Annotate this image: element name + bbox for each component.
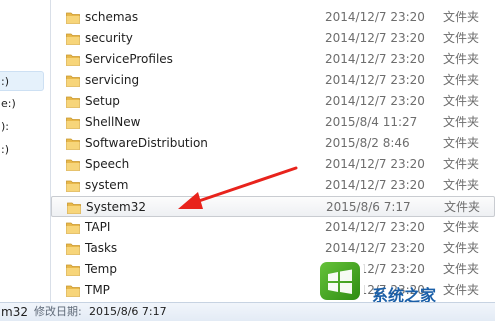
file-modified-date: 2015/8/2 8:46 [325,136,410,150]
file-type: 文件夹 [443,52,480,66]
nav-item-drive-1[interactable]: e:) [0,94,45,114]
file-name: TMP [85,283,110,297]
file-modified-date: 2015/8/6 7:17 [326,200,411,214]
file-name: TAPI [85,220,111,234]
file-name: ShellNew [85,115,141,129]
status-modified-value: 2015/8/6 7:17 [89,305,167,318]
file-modified-date: 2015/8/4 11:27 [325,115,418,129]
folder-icon [66,74,80,87]
file-modified-date: 2014/12/7 23:20 [325,52,425,66]
file-modified-date: 2014/12/7 23:20 [325,220,425,234]
file-modified-date: 2014/12/7 23:20 [325,178,425,192]
file-row[interactable]: servicing 2014/12/7 23:20 文件夹 [51,70,495,91]
file-row[interactable]: security 2014/12/7 23:20 文件夹 [51,28,495,49]
red-arrow-icon [178,166,298,209]
file-name: system [85,178,129,192]
file-name: schemas [85,10,139,24]
file-row[interactable]: schemas 2014/12/7 23:20 文件夹 [51,7,495,28]
windows-logo-icon [316,258,364,304]
file-name: ServiceProfiles [85,52,173,66]
file-type: 文件夹 [443,220,480,234]
file-name: System32 [86,200,147,214]
folder-icon [66,221,80,234]
navigation-pane[interactable]: :) e:) ): :) [0,0,51,302]
status-selected-name: m32 [1,305,28,319]
file-type: 文件夹 [443,73,480,87]
folder-icon [66,32,80,45]
file-modified-date: 2014/12/7 23:20 [325,157,425,171]
file-type: 文件夹 [443,10,480,24]
folder-icon [67,201,81,214]
file-name: servicing [85,73,140,87]
nav-item-drive-2[interactable]: ): [0,117,45,137]
folder-icon [66,242,80,255]
file-modified-date: 2014/12/7 23:20 [325,10,425,24]
folder-icon [66,284,80,297]
file-modified-date: 2014/12/7 23:20 [325,73,425,87]
file-row[interactable]: SoftwareDistribution 2015/8/2 8:46 文件夹 [51,133,495,154]
file-name: Setup [85,94,120,108]
file-row[interactable]: Setup 2014/12/7 23:20 文件夹 [51,91,495,112]
file-modified-date: 2014/12/7 23:20 [325,94,425,108]
file-type: 文件夹 [443,115,480,129]
nav-item-drive-0[interactable]: :) [0,71,44,91]
file-type: 文件夹 [443,136,480,150]
folder-icon [66,53,80,66]
file-row[interactable]: TAPI 2014/12/7 23:20 文件夹 [51,217,495,238]
file-name: SoftwareDistribution [85,136,208,150]
file-modified-date: 2014/12/7 23:20 [325,31,425,45]
file-name: Temp [85,262,117,276]
file-name: Speech [85,157,130,171]
watermark: 系统之家 [312,256,495,306]
file-type: 文件夹 [444,200,481,214]
folder-icon [66,116,80,129]
status-bar: m32 修改日期: 2015/8/6 7:17 [0,302,495,321]
file-type: 文件夹 [443,31,480,45]
folder-icon [66,137,80,150]
folder-icon [66,11,80,24]
file-row[interactable]: ShellNew 2015/8/4 11:27 文件夹 [51,112,495,133]
file-name: security [85,31,133,45]
file-name: Tasks [85,241,118,255]
file-type: 文件夹 [443,94,480,108]
folder-icon [66,179,80,192]
nav-item-drive-3[interactable]: :) [0,140,45,160]
file-type: 文件夹 [443,178,480,192]
folder-icon [66,95,80,108]
folder-icon [66,263,80,276]
folder-icon [66,158,80,171]
file-row[interactable]: ServiceProfiles 2014/12/7 23:20 文件夹 [51,49,495,70]
status-modified-label: 修改日期: [34,305,82,318]
file-type: 文件夹 [443,157,480,171]
